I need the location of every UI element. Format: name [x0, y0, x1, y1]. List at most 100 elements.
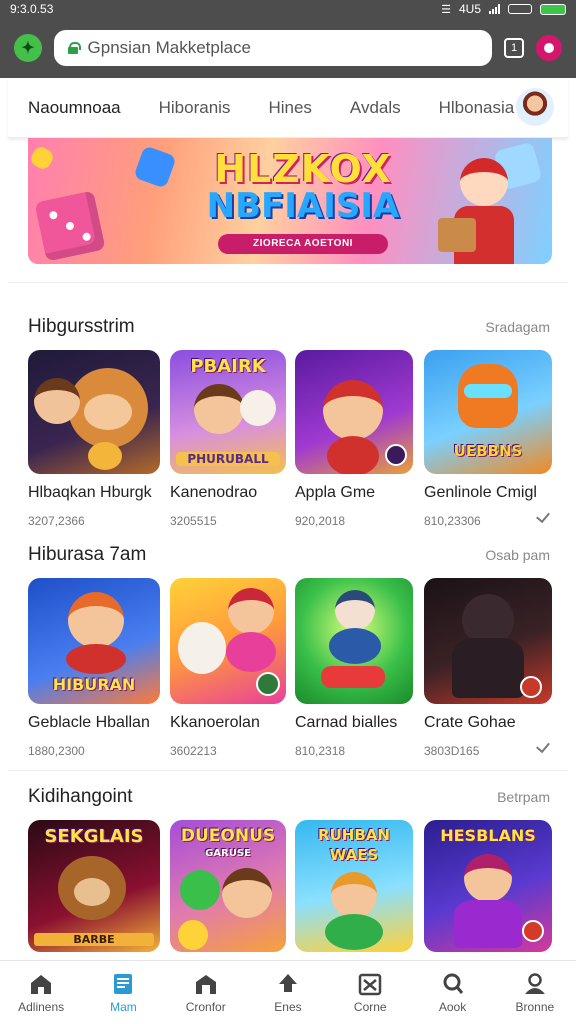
app-card[interactable]: PBAIRK PHURUBALL Kanenodrao 3205515 [170, 350, 286, 528]
banner-subtitle: ZIORECA AOETONI [218, 234, 388, 254]
app-thumbnail[interactable]: UEBBNS [424, 350, 552, 474]
tab-category-3[interactable]: Hines [268, 98, 311, 118]
tabs-count: 1 [510, 42, 518, 54]
app-meta: 810,23306 [424, 514, 481, 528]
app-thumbnail[interactable]: DUEONUS GARUSE [170, 820, 286, 952]
nav-item-document[interactable]: Mam [82, 961, 164, 1024]
app-card[interactable]: Kkanoerolan 3602213 [170, 578, 286, 758]
app-card[interactable]: HIBURAN Geblacle Hballan 1880,2300 [28, 578, 160, 758]
thumbnail-title: SEKGLAIS [44, 826, 144, 847]
lock-icon [68, 42, 81, 54]
banner-title: HLZKOX [214, 147, 392, 191]
nav-label: Cronfor [185, 999, 226, 1014]
divider [8, 770, 568, 771]
app-thumbnail[interactable] [295, 578, 413, 704]
charging-battery-icon [540, 3, 566, 15]
app-name: Kkanoerolan [170, 714, 260, 731]
box-icon [359, 973, 382, 995]
app-card[interactable]: Appla Gme 920,2018 [295, 350, 413, 528]
status-icons-text: 4U5 [458, 2, 481, 16]
profile-dot-icon [544, 43, 554, 53]
app-card[interactable]: SEKGLAIS BARBE [28, 820, 160, 952]
app-card[interactable]: Crate Gohae 3803D165 [424, 578, 552, 758]
app-meta: 1880,2300 [28, 744, 85, 758]
app-name: Geblacle Hballan [28, 714, 150, 731]
app-card[interactable]: HESBLANS [424, 820, 552, 952]
address-bar[interactable] [54, 30, 492, 66]
nav-item-profile[interactable]: Bronne [494, 961, 576, 1024]
app-card[interactable]: UEBBNS Genlinole Cmigl 810,23306 [424, 350, 552, 528]
section-see-all-link[interactable]: Osab pam [485, 547, 550, 563]
nav-item-search[interactable]: Aook [411, 961, 493, 1024]
installed-check-icon [536, 740, 550, 754]
tab-category-4[interactable]: Avdals [350, 98, 401, 118]
dice-decoration [28, 144, 56, 172]
nav-label: Adlinens [18, 999, 65, 1014]
thumbnail-subtitle: PHURUBALL [176, 452, 280, 466]
nav-item-store[interactable]: Cronfor [165, 961, 247, 1024]
thumbnail-title: RUHBAN [318, 826, 390, 844]
app-thumbnail[interactable]: HESBLANS [424, 820, 552, 952]
app-thumbnail[interactable] [424, 578, 552, 704]
app-thumbnail[interactable] [170, 578, 286, 704]
app-card[interactable]: Hlbaqkan Hburgk 3207,2366 [28, 350, 160, 528]
app-meta: 920,2018 [295, 514, 346, 528]
app-thumbnail[interactable] [28, 350, 160, 474]
dice-decoration [34, 190, 106, 262]
url-input[interactable] [87, 38, 478, 58]
thumbnail-title: PBAIRK [190, 356, 266, 377]
thumbnail-title: HIBURAN [52, 675, 136, 694]
thumbnail-subtitle: WAES [329, 846, 379, 864]
section-header: Hibgursstrim Sradagam [28, 316, 550, 338]
nav-label: Enes [274, 999, 302, 1014]
app-card[interactable]: RUHBAN WAES [295, 820, 413, 952]
tab-category-2[interactable]: Hiboranis [159, 98, 231, 118]
app-name: Genlinole Cmigl [424, 484, 537, 501]
app-name: Kanenodrao [170, 484, 258, 501]
signal-icon [489, 4, 500, 14]
app-thumbnail[interactable] [295, 350, 413, 474]
app-thumbnail[interactable]: PBAIRK PHURUBALL [170, 350, 286, 474]
app-meta: 3602213 [170, 744, 217, 758]
status-icons: ☰ 4U5 [441, 2, 566, 16]
thumbnail-subtitle: BARBE [34, 933, 154, 946]
app-card[interactable]: Carnad bialles 810,2318 [295, 578, 413, 758]
user-avatar[interactable] [516, 88, 554, 126]
section-see-all-link[interactable]: Sradagam [485, 319, 550, 335]
wifi-icon: ☰ [441, 3, 451, 16]
thumbnail-subtitle: GARUSE [205, 848, 251, 859]
installed-check-icon [536, 510, 550, 524]
app-thumbnail[interactable]: RUHBAN WAES [295, 820, 413, 952]
app-meta: 810,2318 [295, 744, 346, 758]
section-title: Hiburasa 7am [28, 544, 147, 565]
tab-category-5[interactable]: Hlbonasia [439, 98, 515, 118]
nav-item-box[interactable]: Corne [329, 961, 411, 1024]
section-see-all-link[interactable]: Betrpam [497, 789, 550, 805]
status-bar: 9:3.0.53 ☰ 4U5 [0, 0, 576, 18]
section-header: Kidihangoint Betrpam [28, 786, 550, 808]
app-thumbnail[interactable]: HIBURAN [28, 578, 160, 704]
app-name: Carnad bialles [295, 714, 398, 731]
search-icon [443, 973, 463, 994]
store-icon [195, 974, 216, 994]
section-title: Hibgursstrim [28, 316, 135, 337]
browser-logo-icon[interactable]: ✦ [14, 34, 42, 62]
banner-title-2: NBFIAISIA [206, 186, 400, 226]
app-meta: 3207,2366 [28, 514, 85, 528]
nav-item-home[interactable]: Adlinens [0, 961, 82, 1024]
nav-label: Mam [110, 999, 137, 1014]
promo-banner[interactable]: HLZKOX NBFIAISIA ZIORECA AOETONI [28, 138, 552, 264]
tabs-button[interactable]: 1 [504, 38, 524, 58]
document-icon [114, 973, 133, 994]
app-meta: 3803D165 [424, 744, 480, 758]
app-card[interactable]: DUEONUS GARUSE [170, 820, 286, 952]
bottom-nav: Adlinens Mam Cronfor Enes Corne Aook Bro… [0, 960, 576, 1024]
app-thumbnail[interactable]: SEKGLAIS BARBE [28, 820, 160, 952]
upload-icon [278, 973, 297, 992]
browser-toolbar: ✦ 1 [0, 18, 576, 78]
browser-profile-button[interactable] [536, 35, 562, 61]
tab-category-1[interactable]: Naoumnoaa [28, 98, 121, 118]
battery-icon [508, 4, 532, 14]
app-name: Crate Gohae [424, 714, 516, 731]
nav-item-upload[interactable]: Enes [247, 961, 329, 1024]
